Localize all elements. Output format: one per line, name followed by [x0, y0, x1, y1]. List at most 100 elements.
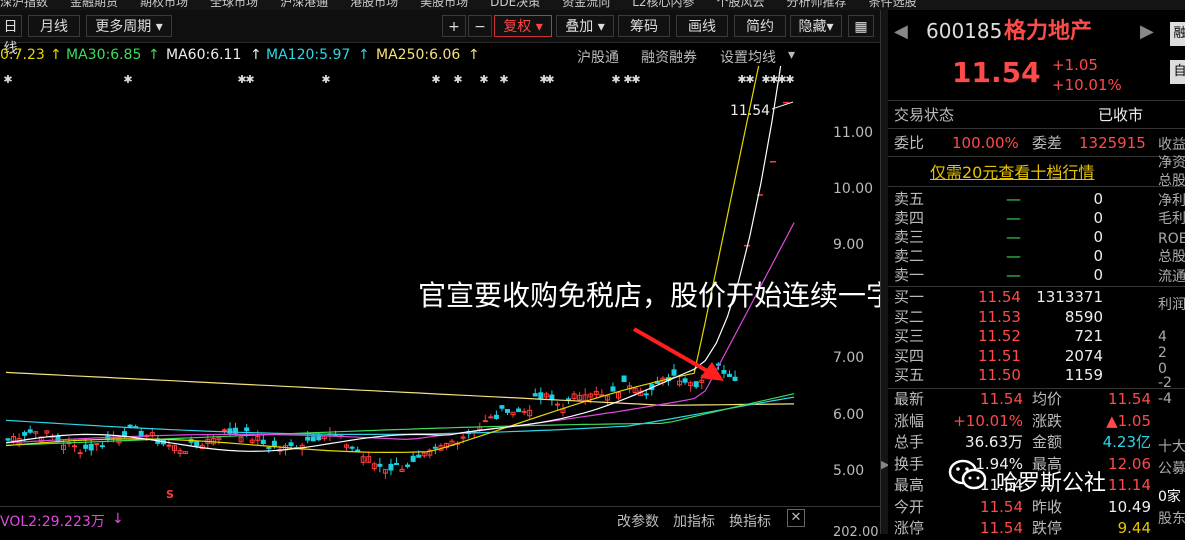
draw-line-button[interactable]: 画线 — [676, 15, 728, 37]
s-marker-icon: S — [166, 488, 174, 501]
candle-body — [505, 408, 510, 413]
fundamental-item: 0家 — [1158, 489, 1181, 505]
add-indicator-link[interactable]: 加指标 — [673, 511, 715, 531]
stock-name: 格力地产 — [1004, 19, 1093, 44]
buy-level-volume: 1159 — [1064, 366, 1103, 384]
fundamental-item: ROE — [1158, 231, 1185, 247]
wechat-icon — [948, 458, 988, 492]
next-stock-icon[interactable]: ▶ — [1140, 22, 1154, 41]
fuquan-label: 复权 — [503, 19, 532, 35]
buy-level-volume: 2074 — [1064, 346, 1103, 365]
sell-level-volume: 0 — [1093, 228, 1103, 246]
margin-link[interactable]: 融资融券 — [641, 47, 697, 67]
event-marker-icon: ✱ — [631, 73, 640, 86]
side-button-2[interactable]: 自 — [1170, 60, 1185, 84]
sell-level-volume: 0 — [1093, 266, 1103, 284]
candle-body — [721, 369, 727, 374]
top-menu-item[interactable]: 分析师推荐 — [787, 0, 847, 8]
change-param-link[interactable]: 改参数 — [617, 511, 659, 531]
top-menu-item[interactable]: 金融期货 — [70, 0, 118, 8]
switch-indicator-link[interactable]: 换指标 — [729, 511, 771, 531]
candle-body — [554, 403, 560, 406]
fundamental-item: -4 — [1158, 391, 1172, 407]
candle-body — [532, 393, 538, 397]
price-change-pct: +10.01% — [1052, 76, 1122, 94]
candle-body — [610, 386, 616, 392]
stat-value: 4.23亿 — [1102, 433, 1151, 451]
level2-promo-link[interactable]: 仅需20元查看十档行情 — [930, 163, 1094, 182]
weicha-value: 1325915 — [1079, 134, 1146, 152]
close-icon[interactable]: ✕ — [787, 509, 805, 527]
top-menu-item[interactable]: L2核心内参 — [632, 0, 694, 8]
candle-body — [194, 440, 200, 447]
event-marker-icon: ✱ — [245, 73, 254, 86]
fundamental-item: 总股 — [1158, 173, 1185, 189]
grid-icon[interactable]: ▦ — [848, 15, 874, 37]
candle-body — [727, 373, 732, 377]
top-menu-item[interactable]: DDE决策 — [490, 0, 540, 8]
candle-body — [521, 410, 527, 413]
ma10-line — [5, 66, 760, 453]
candle-body — [482, 420, 488, 423]
candle-body — [94, 443, 100, 446]
event-marker-icon: ✱ — [123, 73, 132, 86]
price-change: +1.05 — [1052, 56, 1098, 74]
month-period-button[interactable]: 月线 — [28, 15, 80, 37]
fundamental-item: 流通 — [1158, 269, 1185, 285]
ma-settings-link[interactable]: 设置均线 — [720, 47, 776, 67]
day-period-button[interactable]: 日线 — [0, 15, 22, 57]
top-menu-item[interactable]: 条件选股 — [869, 0, 917, 8]
hgt-link[interactable]: 沪股通 — [577, 47, 619, 67]
event-marker-icon: ✱ — [545, 73, 554, 86]
last-price-label: 11.54 — [730, 103, 771, 119]
hide-label: 隐藏 — [798, 19, 827, 35]
top-menu-item[interactable]: 期权市场 — [140, 0, 188, 8]
ma10-value: 0:7.23 — [0, 47, 45, 63]
simple-mode-button[interactable]: 简约 — [734, 15, 786, 37]
candle-body — [432, 446, 438, 449]
zoom-out-button[interactable]: − — [468, 15, 492, 37]
quote-panel: ◀ 600185 格力地产 ▶ 融 自 11.54 +1.05 +10.01% … — [888, 10, 1185, 537]
zoom-in-button[interactable]: + — [442, 15, 466, 37]
y-tick-label: 10.00 — [833, 181, 874, 197]
candle-body — [682, 378, 688, 383]
candle-body — [260, 439, 266, 445]
event-marker-icon: ✱ — [321, 73, 330, 86]
prev-stock-icon[interactable]: ◀ — [894, 22, 908, 41]
top-menu-item[interactable]: 美股市场 — [420, 0, 468, 8]
candle-body — [732, 376, 738, 381]
candle-body — [266, 446, 272, 449]
up-arrow-icon: ↑ — [50, 47, 62, 63]
fundamental-item: 利润 — [1158, 297, 1185, 313]
fuquan-dropdown[interactable]: 复权 ▾ — [494, 15, 552, 37]
top-menu-item[interactable]: 个股风云 — [717, 0, 765, 8]
fundamental-item: 十大 — [1158, 439, 1185, 455]
event-marker-icon: ✱ — [431, 73, 440, 86]
ma30-value: MA30:6.85 — [66, 47, 142, 63]
candle-body — [488, 416, 494, 419]
top-menu-item[interactable]: 深沪指数 — [0, 0, 48, 8]
top-menu-item[interactable]: 资金流向 — [562, 0, 610, 8]
ma60-value: MA60:6.11 — [166, 47, 242, 63]
sell-level-volume: 0 — [1093, 209, 1103, 227]
chips-button[interactable]: 筹码 — [618, 15, 670, 37]
more-period-dropdown[interactable]: 更多周期 ▾ — [86, 15, 172, 37]
side-button-1[interactable]: 融 — [1170, 22, 1185, 46]
top-menu-item[interactable]: 港股市场 — [350, 0, 398, 8]
candle-body — [22, 432, 28, 436]
overlay-dropdown[interactable]: 叠加 ▾ — [556, 15, 614, 37]
more-period-label: 更多周期 — [95, 19, 152, 35]
fundamental-item: 总股 — [1158, 249, 1185, 265]
stat-value: 10.49 — [1108, 497, 1151, 516]
top-menu-item[interactable]: 全球市场 — [210, 0, 258, 8]
candle-body — [244, 427, 250, 432]
candle-body — [621, 375, 627, 383]
top-menu-item[interactable]: 沪深港通 — [280, 0, 328, 8]
overlay-label: 叠加 — [565, 19, 594, 35]
candle-body — [388, 463, 394, 471]
event-marker-icon: ✱ — [3, 73, 12, 86]
candle-body — [538, 392, 544, 399]
hide-dropdown[interactable]: 隐藏▾ — [790, 15, 842, 37]
stat-value: 11.54 — [1108, 390, 1151, 408]
fundamental-item: 毛利 — [1158, 211, 1185, 227]
